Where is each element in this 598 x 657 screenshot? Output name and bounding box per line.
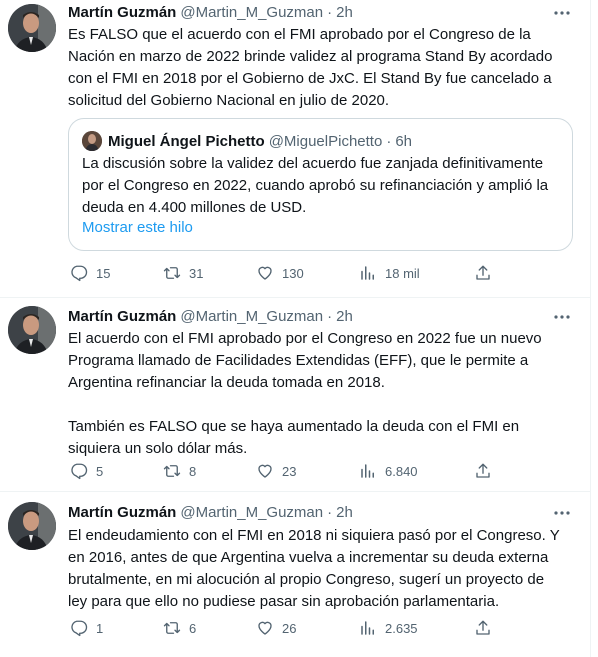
reply-icon	[62, 256, 96, 290]
author-handle[interactable]: @Martin_M_Guzman	[180, 503, 323, 523]
retweet-button[interactable]: 31	[155, 256, 203, 290]
views-button[interactable]: 2.635	[351, 611, 418, 645]
retweet-button[interactable]: 8	[155, 454, 196, 488]
author-name[interactable]: Martín Guzmán	[68, 503, 176, 523]
like-count: 26	[282, 620, 297, 636]
view-count: 6.840	[385, 463, 418, 479]
retweet-icon	[155, 611, 189, 645]
heart-icon	[248, 611, 282, 645]
author-name[interactable]: Martín Guzmán	[68, 3, 176, 23]
quoted-avatar	[82, 131, 102, 151]
quoted-tweet-text: La discusión sobre la validez del acuerd…	[82, 155, 549, 216]
separator-dot: ·	[327, 504, 333, 521]
tweet-text: Es FALSO que el acuerdo con el FMI aprob…	[68, 26, 553, 109]
quoted-tweet[interactable]: Miguel Ángel Pichetto @MiguelPichetto · …	[68, 118, 573, 251]
like-button[interactable]: 23	[248, 454, 296, 488]
tweet-header: Martín Guzmán @Martin_M_Guzman · 2h	[68, 3, 353, 23]
separator-dot: ·	[386, 132, 392, 150]
tweet-header: Martín Guzmán @Martin_M_Guzman · 2h	[68, 503, 353, 523]
share-button[interactable]	[466, 611, 500, 645]
author-handle[interactable]: @Martin_M_Guzman	[180, 3, 323, 23]
retweet-count: 31	[189, 265, 204, 281]
separator-dot: ·	[327, 308, 333, 325]
quoted-timestamp: 6h	[395, 132, 412, 150]
reply-button[interactable]: 1	[62, 611, 103, 645]
like-count: 130	[282, 265, 304, 281]
avatar[interactable]	[8, 502, 56, 550]
timestamp[interactable]: 2h	[336, 307, 353, 327]
tweet-text: El endeudamiento con el FMI en 2018 ni s…	[68, 527, 560, 610]
tweet-text: El acuerdo con el FMI aprobado por el Co…	[68, 330, 542, 457]
author-handle[interactable]: @Martin_M_Guzman	[180, 307, 323, 327]
tweet-actions: 15 31 130 18 mil	[62, 256, 502, 290]
share-icon	[466, 454, 500, 488]
heart-icon	[248, 256, 282, 290]
retweet-icon	[155, 454, 189, 488]
share-icon	[466, 611, 500, 645]
like-button[interactable]: 130	[248, 256, 304, 290]
tweet[interactable]: Martín Guzmán @Martin_M_Guzman · 2h El e…	[0, 492, 591, 657]
tweet[interactable]: Martín Guzmán @Martin_M_Guzman · 2h El a…	[0, 298, 591, 492]
reply-count: 1	[96, 620, 104, 636]
retweet-icon	[155, 256, 189, 290]
share-icon	[466, 256, 500, 290]
author-name[interactable]: Martín Guzmán	[68, 307, 176, 327]
avatar[interactable]	[8, 4, 56, 52]
like-button[interactable]: 26	[248, 611, 296, 645]
views-icon	[351, 256, 385, 290]
share-button[interactable]	[466, 454, 500, 488]
more-icon[interactable]	[551, 3, 573, 23]
quoted-author-name: Miguel Ángel Pichetto	[108, 132, 265, 150]
quoted-tweet-header: Miguel Ángel Pichetto @MiguelPichetto · …	[82, 131, 412, 151]
reply-icon	[62, 454, 96, 488]
heart-icon	[248, 454, 282, 488]
tweet-actions: 1 6 26 2.635	[62, 611, 502, 645]
view-count: 18 mil	[385, 265, 420, 281]
views-icon	[351, 454, 385, 488]
like-count: 23	[282, 463, 297, 479]
avatar[interactable]	[8, 306, 56, 354]
views-button[interactable]: 18 mil	[351, 256, 420, 290]
timestamp[interactable]: 2h	[336, 503, 353, 523]
reply-button[interactable]: 5	[62, 454, 103, 488]
reply-icon	[62, 611, 96, 645]
share-button[interactable]	[466, 256, 500, 290]
tweet[interactable]: Martín Guzmán @Martin_M_Guzman · 2h Es F…	[0, 0, 591, 298]
retweet-count: 8	[189, 463, 197, 479]
tweet-actions: 5 8 23 6.840	[62, 454, 502, 488]
views-icon	[351, 611, 385, 645]
tweet-header: Martín Guzmán @Martin_M_Guzman · 2h	[68, 307, 353, 327]
views-button[interactable]: 6.840	[351, 454, 418, 488]
timeline: Martín Guzmán @Martin_M_Guzman · 2h Es F…	[0, 0, 591, 657]
timestamp[interactable]: 2h	[336, 3, 353, 23]
reply-count: 15	[96, 265, 111, 281]
view-count: 2.635	[385, 620, 418, 636]
retweet-button[interactable]: 6	[155, 611, 196, 645]
show-thread-link[interactable]: Mostrar este hilo	[82, 218, 193, 238]
retweet-count: 6	[189, 620, 197, 636]
more-icon[interactable]	[551, 503, 573, 523]
reply-count: 5	[96, 463, 104, 479]
separator-dot: ·	[327, 4, 333, 21]
more-icon[interactable]	[551, 307, 573, 327]
reply-button[interactable]: 15	[62, 256, 110, 290]
quoted-author-handle: @MiguelPichetto	[268, 132, 383, 150]
